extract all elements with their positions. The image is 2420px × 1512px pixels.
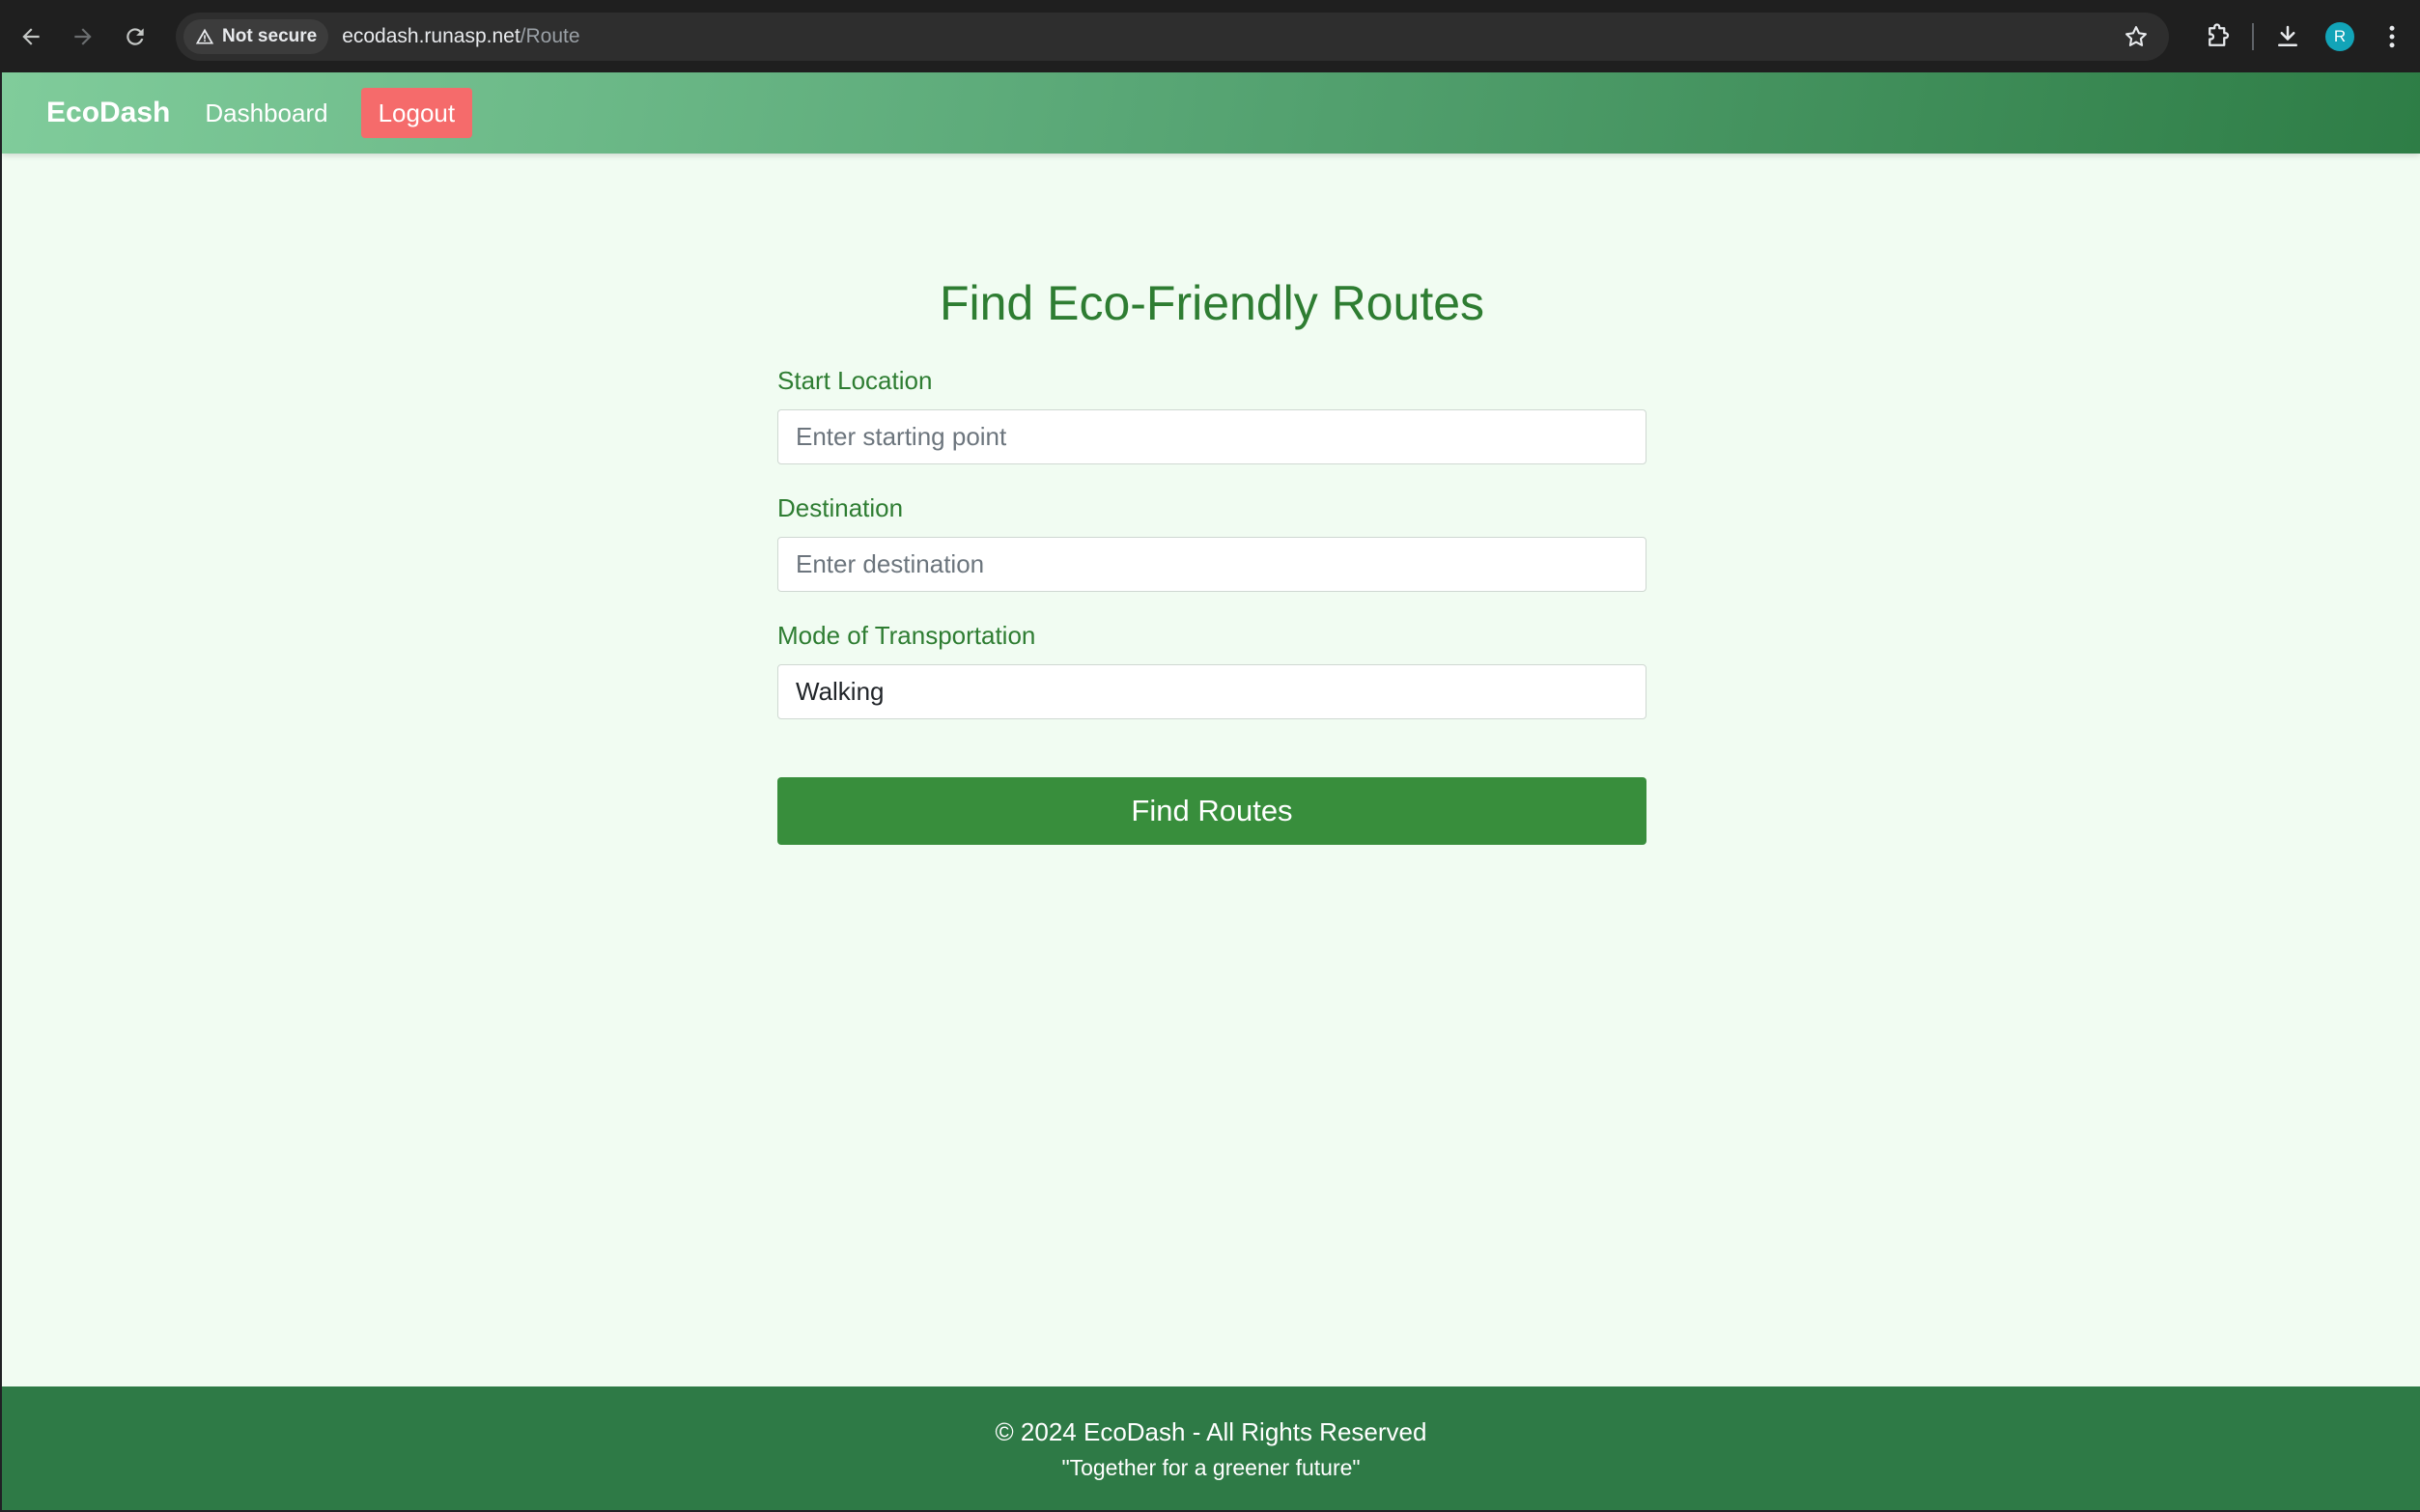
transport-mode-value: Walking <box>796 677 885 706</box>
brand-logo[interactable]: EcoDash <box>46 97 170 129</box>
url-host: ecodash.runasp.net <box>342 25 521 47</box>
extensions-button[interactable] <box>2204 22 2233 51</box>
back-arrow-icon <box>22 27 40 45</box>
toolbar-actions: R <box>2192 0 2420 72</box>
page-viewport: EcoDash Dashboard Logout Find Eco-Friend… <box>2 72 2420 1510</box>
security-label: Not secure <box>222 26 318 46</box>
destination-input[interactable] <box>777 537 1646 592</box>
page-footer: © 2024 EcoDash - All Rights Reserved "To… <box>2 1386 2420 1510</box>
star-icon[interactable] <box>2123 23 2150 50</box>
transport-mode-select[interactable]: Walking <box>777 664 1646 719</box>
footer-copyright: © 2024 EcoDash - All Rights Reserved <box>995 1417 1427 1446</box>
reload-button[interactable] <box>114 15 156 58</box>
forward-button[interactable] <box>62 15 104 58</box>
top-navbar: EcoDash Dashboard Logout <box>2 72 2420 154</box>
nav-link-dashboard[interactable]: Dashboard <box>205 98 327 128</box>
destination-label: Destination <box>777 493 904 522</box>
menu-button[interactable] <box>2378 22 2406 51</box>
warning-icon <box>195 28 214 44</box>
start-location-input[interactable] <box>777 409 1646 464</box>
toolbar-divider <box>2252 22 2254 50</box>
reload-icon <box>127 27 144 45</box>
transport-mode-label: Mode of Transportation <box>777 621 1036 650</box>
back-button[interactable] <box>10 15 52 58</box>
security-chip[interactable]: Not secure <box>183 19 329 54</box>
route-form: Find Eco-Friendly Routes Start Location … <box>777 275 1646 845</box>
page-title: Find Eco-Friendly Routes <box>939 276 1485 330</box>
browser-toolbar: Not secure ecodash.runasp.net/Route R <box>0 0 2420 72</box>
profile-avatar[interactable]: R <box>2325 21 2354 51</box>
start-location-label: Start Location <box>777 366 933 395</box>
download-icon <box>2278 25 2297 46</box>
footer-tagline: "Together for a greener future" <box>1061 1455 1361 1480</box>
address-bar[interactable]: Not secure ecodash.runasp.net/Route <box>176 13 2169 61</box>
more-vert-icon <box>2389 25 2395 47</box>
url-text[interactable]: ecodash.runasp.net/Route <box>342 25 579 48</box>
logout-button[interactable]: Logout <box>360 88 473 138</box>
extensions-icon <box>2209 22 2230 46</box>
find-routes-button[interactable]: Find Routes <box>777 777 1646 845</box>
url-path: /Route <box>520 25 580 47</box>
downloads-button[interactable] <box>2273 22 2302 51</box>
forward-arrow-icon <box>74 27 92 45</box>
